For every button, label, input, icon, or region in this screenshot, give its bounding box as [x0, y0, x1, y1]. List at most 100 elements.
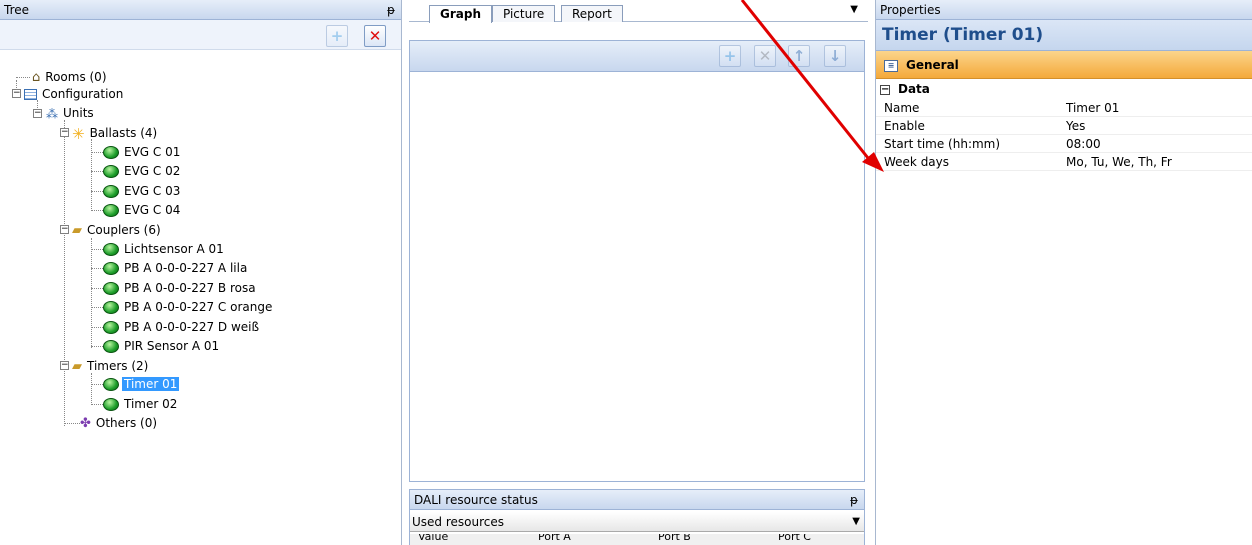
device-icon	[103, 262, 119, 275]
device-icon	[103, 398, 119, 411]
resource-select[interactable]: Used resources ▼	[410, 512, 864, 532]
device-icon	[103, 165, 119, 178]
arrow-down-icon: ↓	[828, 47, 842, 65]
tree-node-pb-a[interactable]: PB A 0-0-0-227 A lila	[103, 259, 249, 277]
expander-units[interactable]: −	[33, 109, 42, 118]
close-icon: ✕	[368, 27, 382, 45]
device-icon	[103, 146, 119, 159]
device-icon	[103, 378, 119, 391]
tree-title: Tree	[4, 3, 30, 17]
dali-header: DALI resource status ᵽ	[410, 490, 864, 510]
column-header[interactable]: Port B	[658, 534, 691, 543]
house-icon: ⌂	[32, 69, 41, 85]
graph-toolbar: + ✕ ↑ ↓	[409, 40, 865, 72]
tree-node-couplers[interactable]: ▰ Couplers (6)	[72, 221, 163, 239]
category-general[interactable]: ≡ General	[876, 51, 1252, 79]
units-icon: ⁂	[46, 106, 58, 121]
chevron-down-icon[interactable]: ▼	[850, 4, 858, 15]
tree-node-timer-02[interactable]: Timer 02	[103, 395, 179, 413]
tree-node-configuration[interactable]: Configuration	[24, 85, 125, 103]
tree-node-evg-c-01[interactable]: EVG C 01	[103, 143, 182, 161]
close-icon: ✕	[758, 47, 772, 65]
tree-node-timer-01[interactable]: Timer 01	[103, 375, 180, 393]
add-node-button[interactable]: +	[326, 25, 348, 47]
device-icon	[103, 185, 119, 198]
device-icon	[103, 340, 119, 353]
column-header[interactable]: Port A	[538, 534, 571, 543]
property-value[interactable]: 08:00	[1066, 135, 1101, 153]
tab-report[interactable]: Report	[561, 5, 623, 22]
resource-select-value: Used resources	[412, 515, 505, 529]
category-icon: ≡	[884, 59, 898, 72]
folder-icon: ▰	[72, 222, 82, 238]
property-row-name[interactable]: Name Timer 01	[876, 99, 1252, 117]
tree-node-evg-c-03[interactable]: EVG C 03	[103, 182, 182, 200]
tree-node-pb-d[interactable]: PB A 0-0-0-227 D weiß	[103, 318, 261, 336]
column-header[interactable]: Value	[418, 534, 448, 543]
expander-couplers[interactable]: −	[60, 225, 69, 234]
section-label: Data	[898, 82, 930, 96]
property-row-week-days[interactable]: Week days Mo, Tu, We, Th, Fr	[876, 153, 1252, 171]
tree-node-pb-c[interactable]: PB A 0-0-0-227 C orange	[103, 298, 274, 316]
property-row-start-time[interactable]: Start time (hh:mm) 08:00	[876, 135, 1252, 153]
device-icon	[103, 321, 119, 334]
tab-strip: Graph Picture Report ▼	[409, 0, 868, 23]
delete-node-button[interactable]: ✕	[364, 25, 386, 47]
chevron-down-icon: ▼	[852, 516, 860, 527]
device-icon	[103, 282, 119, 295]
expander-configuration[interactable]: −	[12, 89, 21, 98]
move-up-button[interactable]: ↑	[788, 45, 810, 67]
graph-delete-button[interactable]: ✕	[754, 45, 776, 67]
pin-icon[interactable]: ᵽ	[850, 490, 858, 510]
property-value[interactable]: Timer 01	[1066, 99, 1119, 117]
tree-node-pir-sensor[interactable]: PIR Sensor A 01	[103, 337, 221, 355]
plus-icon: +	[723, 47, 737, 65]
expander-timers[interactable]: −	[60, 361, 69, 370]
expander-ballasts[interactable]: −	[60, 128, 69, 137]
property-key: Week days	[884, 155, 950, 169]
tree-node-ballasts[interactable]: ✳ Ballasts (4)	[72, 124, 159, 143]
property-row-enable[interactable]: Enable Yes	[876, 117, 1252, 135]
device-icon	[103, 301, 119, 314]
dali-title: DALI resource status	[414, 493, 538, 507]
graph-pane: Graph Picture Report ▼ + ✕ ↑ ↓ DALI reso…	[409, 0, 868, 545]
tab-picture[interactable]: Picture	[492, 5, 556, 22]
tree-header: Tree ᵽ	[0, 0, 401, 20]
folder-icon: ▰	[72, 358, 82, 374]
tree-toolbar: + ✕	[0, 20, 401, 50]
arrow-up-icon: ↑	[792, 47, 806, 65]
tree-node-rooms[interactable]: ⌂ Rooms (0)	[32, 68, 109, 86]
properties-title: Timer (Timer 01)	[876, 20, 1252, 51]
properties-header: Properties	[876, 0, 1252, 20]
pin-icon[interactable]: ᵽ	[387, 0, 395, 20]
move-down-button[interactable]: ↓	[824, 45, 846, 67]
properties-pane: Properties Timer (Timer 01) ≡ General − Da…	[875, 0, 1252, 545]
others-icon: ✤	[80, 415, 91, 431]
column-header[interactable]: Port C	[778, 534, 811, 543]
configuration-icon	[24, 89, 37, 100]
graph-canvas[interactable]	[409, 72, 865, 482]
section-data[interactable]: − Data	[876, 79, 1252, 99]
property-key: Start time (hh:mm)	[884, 137, 1001, 151]
plus-icon: +	[330, 27, 344, 45]
category-label: General	[906, 58, 959, 72]
tab-graph[interactable]: Graph	[429, 5, 492, 23]
tree-node-evg-c-02[interactable]: EVG C 02	[103, 162, 182, 180]
property-value[interactable]: Yes	[1066, 117, 1085, 135]
property-value[interactable]: Mo, Tu, We, Th, Fr	[1066, 153, 1172, 171]
ballast-icon: ✳	[72, 124, 85, 143]
collapse-icon[interactable]: −	[880, 84, 890, 95]
tree-node-evg-c-04[interactable]: EVG C 04	[103, 201, 182, 219]
properties-header-label: Properties	[880, 3, 941, 17]
device-icon	[103, 204, 119, 217]
tree-node-lichtsensor[interactable]: Lichtsensor A 01	[103, 240, 226, 258]
tree-node-others[interactable]: ✤ Others (0)	[80, 414, 159, 432]
device-icon	[103, 243, 119, 256]
tree-node-units[interactable]: ⁂ Units	[46, 104, 96, 122]
tree-node-timers[interactable]: ▰ Timers (2)	[72, 357, 150, 375]
property-key: Enable	[884, 119, 925, 133]
graph-add-button[interactable]: +	[719, 45, 741, 67]
property-key: Name	[884, 101, 920, 115]
resource-table-header: Value Port A Port B Port C	[410, 534, 864, 545]
tree-node-pb-b[interactable]: PB A 0-0-0-227 B rosa	[103, 279, 258, 297]
